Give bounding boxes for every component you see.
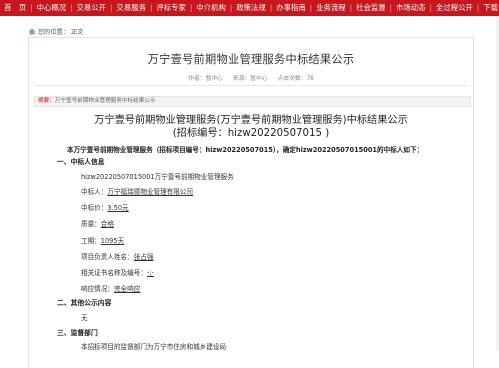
article-panel: 万宁壹号前期物业管理服务中标结果公示 作者：暂中心 来源：暂中心 点击次数：76… [28,37,474,368]
nav-item-4[interactable]: 评标专家 [152,0,190,16]
meta-views: 点击次数：76 [277,76,314,82]
nav-item-10[interactable]: 市场动态 [392,0,430,16]
home-icon [28,28,36,35]
winner-label: 中标人： [81,188,108,196]
manager-value: 张占强 [133,253,154,261]
manager-label: 项目负责人姓名： [81,253,134,261]
response-label: 响应情况： [81,285,114,293]
nav-item-3[interactable]: 交易服务 [112,0,150,16]
top-nav: 首 页 | 中心概况 | 交易公开 | 交易服务 | 评标专家 | 中介机构 | 政策法规 | 办事指南 | 业… [0,0,499,16]
response-row: 响应情况：完全响应 [81,283,140,293]
nav-item-6[interactable]: 政策法规 [232,0,270,16]
nav-item-8[interactable]: 业务流程 [312,0,350,16]
divider [35,85,467,86]
breadcrumb-current[interactable]: 正文 [71,27,83,36]
cert-row: 相关证书名称及编号：-;- [81,267,154,277]
meta-author: 作者：暂中心 [188,76,223,82]
section-other: 二、其他公示内容 [57,299,112,307]
nav-item-12[interactable]: 下载专区 [479,0,499,16]
period-row: 工期：1095天 [81,235,124,245]
price-value: 3.50元 [107,204,129,212]
page-title: 万宁壹号前期物业管理服务中标结果公示 [147,53,355,66]
period-label: 工期： [81,237,101,245]
summary-text: 万宁壹号前期物业管理服务中标结果公示 [54,98,156,104]
cert-value: -;- [146,269,154,277]
section-supervision: 三、监督部门 [57,329,98,337]
document-title: 万宁壹号前期物业管理服务(万宁壹号前期物业管理服务)中标结果公示 (招标编号：h… [29,114,473,140]
nav-item-7[interactable]: 办事指南 [272,0,310,16]
price-label: 中标价： [81,204,108,212]
article-meta: 作者：暂中心 来源：暂中心 点击次数：76 [29,73,473,82]
document-title-line1: 万宁壹号前期物业管理服务(万宁壹号前期物业管理服务)中标结果公示 [94,115,408,126]
bid-package: hizw20220507015001万宁壹号前期物业管理服务 [81,173,234,181]
price-row: 中标价：3.50元 [81,202,129,212]
quality-value: 合格 [100,220,114,228]
nav-item-2[interactable]: 交易公开 [72,0,110,16]
quality-label: 质量： [81,220,101,228]
nav-item-1[interactable]: 中心概况 [33,0,71,16]
quality-row: 质量：合格 [81,218,114,228]
winner-value: 万宁福瑞德物业管理有限公司 [107,188,194,196]
meta-source: 来源：暂中心 [232,76,268,82]
summary-box: 摘要：万宁壹号前期物业管理服务中标结果公示 [34,96,471,107]
breadcrumb: 您的位置： 正文 [28,27,83,36]
manager-row: 项目负责人姓名：张占强 [81,251,154,261]
supervision-text: 本招标项目的监督部门为万宁市住房和城乡建设局 [81,343,227,351]
document-title-line2: (招标编号：hizw20220507015 ) [172,128,330,139]
nav-item-5[interactable]: 中介机构 [192,0,230,16]
notice-text: 本万宁壹号前期物业管理服务（招标项目编号：hizw20220507015），确定… [67,146,424,154]
response-value: 完全响应 [113,285,141,293]
summary-label: 摘要： [38,98,55,104]
nav-item-0[interactable]: 首 页 [0,0,30,16]
cert-label: 相关证书名称及编号： [81,269,147,277]
winner-row: 中标人：万宁福瑞德物业管理有限公司 [81,186,193,196]
breadcrumb-prefix: 您的位置： [38,29,69,36]
other-content: 无 [81,314,88,322]
nav-item-9[interactable]: 社会监督 [352,0,390,16]
period-value: 1095天 [100,237,125,245]
nav-item-11[interactable]: 全过程公开 [432,0,477,16]
section-winner-info: 一、中标人信息 [57,158,105,166]
